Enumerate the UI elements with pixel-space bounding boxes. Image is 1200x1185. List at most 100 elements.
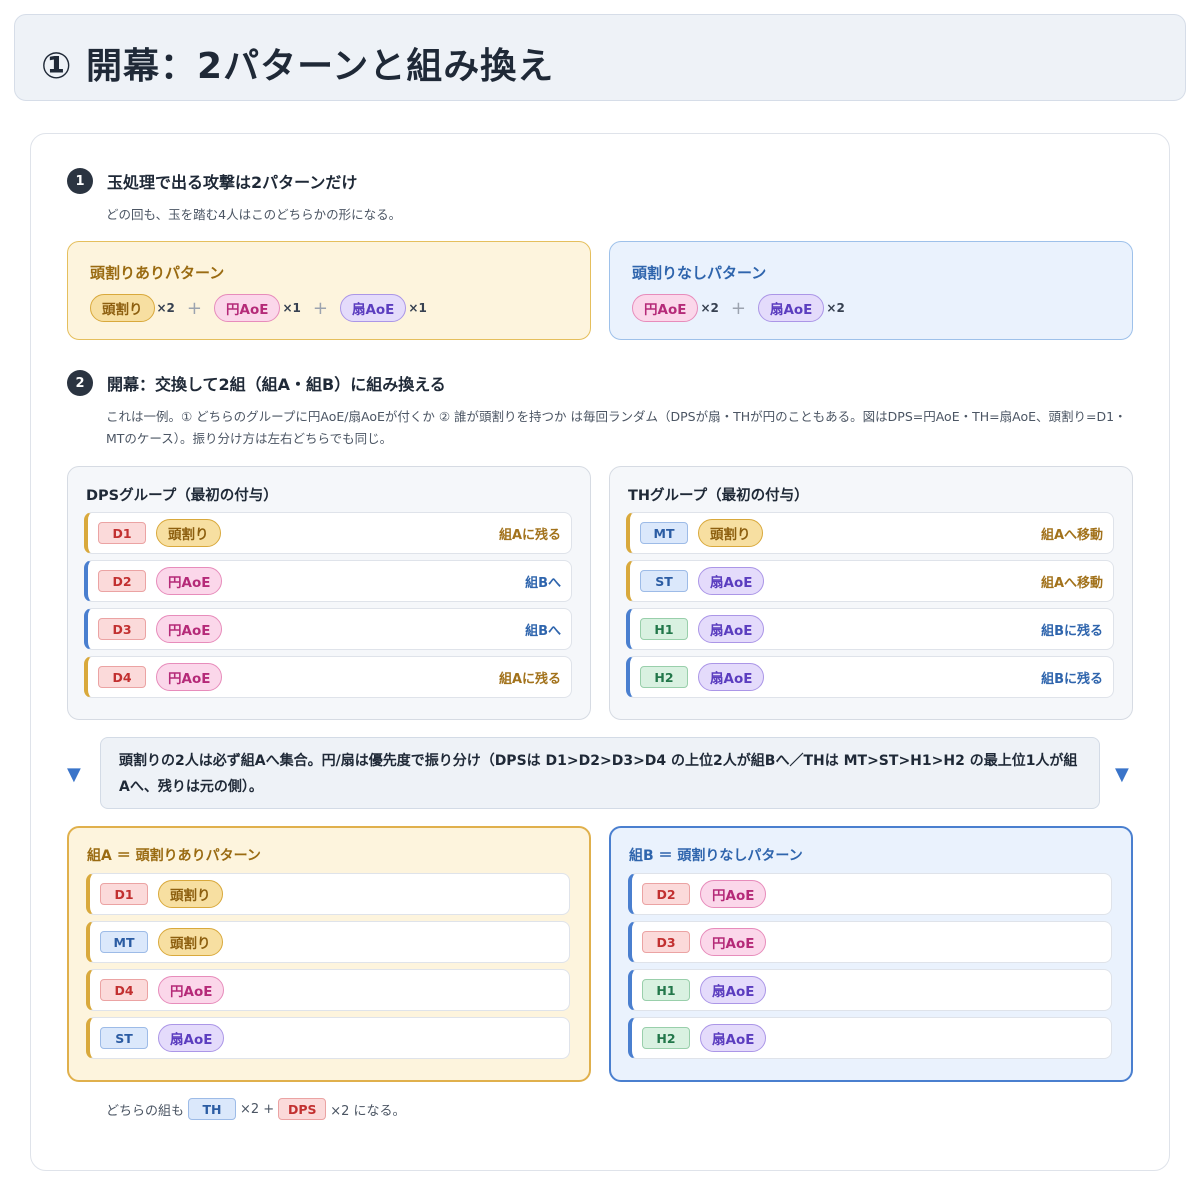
step-2-description: これは一例。① どちらのグループに円AoE/扇AoEが付くか ② 誰が頭割りを持… [106,406,1146,450]
pattern-head-title: 頭割りありパターン [90,264,225,282]
circle-aoe-pill: 円AoE [700,928,767,956]
down-arrow-icon: ▼ [1115,764,1129,785]
th-row-st: ST 扇AoE 組Aへ移動 [626,560,1114,602]
dps-row-d4: D4 円AoE 組Aに残る [84,656,572,698]
role-tag: H1 [642,979,690,1001]
circle-aoe-pill: 円AoE [156,663,223,691]
role-tag: D3 [642,931,690,953]
circle-mult: ×1 [282,301,301,315]
rule-callout: 頭割りの2人は必ず組Aへ集合。円/扇は優先度で振り分け（DPSは D1>D2>D… [100,737,1100,809]
fan-mult: ×2 [826,301,845,315]
team-a-row: D1 頭割り [86,873,570,915]
page-title: ① 開幕：2パターンと組み換え [41,46,555,87]
team-b-row: H1 扇AoE [628,969,1112,1011]
pattern-head-formula: 頭割り ×2 + 円AoE ×1 + 扇AoE ×1 [90,294,427,322]
circle-aoe-pill: 円AoE [158,976,225,1004]
head-mult: ×2 [156,301,175,315]
circle-aoe-pill: 円AoE [700,880,767,908]
team-b-title: 組B ＝ 頭割りなしパターン [629,848,803,864]
step-2-heading: 2 開幕：交換して2組（組A・組B）に組み換える [67,370,446,396]
th-group-title: THグループ（最初の付与） [628,488,809,504]
step-1-number: 1 [67,168,93,194]
footer-prefix: どちらの組も [106,1103,185,1119]
circle-mult: ×2 [700,301,719,315]
fan-aoe-pill: 扇AoE [158,1024,225,1052]
step-1-description: どの回も、玉を踏む4人はこのどちらかの形になる。 [106,207,402,222]
head-pill: 頭割り [90,294,155,322]
team-a-row: ST 扇AoE [86,1017,570,1059]
dps-group-title: DPSグループ（最初の付与） [86,488,278,504]
role-tag: D1 [100,883,148,905]
step-2-number: 2 [67,370,93,396]
role-tag: H2 [640,666,688,688]
team-a-row: D4 円AoE [86,969,570,1011]
role-tag: D4 [98,666,146,688]
circle-aoe-pill: 円AoE [632,294,699,322]
content-card: 1 玉処理で出る攻撃は2パターンだけ どの回も、玉を踏む4人はこのどちらかの形に… [30,133,1170,1171]
page-header: ① 開幕：2パターンと組み換え [14,14,1186,101]
role-tag: MT [100,931,148,953]
role-tag: H1 [640,618,688,640]
fan-aoe-pill: 扇AoE [700,1024,767,1052]
fan-aoe-pill: 扇AoE [339,294,407,322]
th-tag: TH [188,1098,237,1120]
fan-aoe-pill: 扇AoE [700,976,767,1004]
circle-aoe-pill: 円AoE [156,567,223,595]
role-tag: D2 [98,570,146,592]
team-a-panel: 組A ＝ 頭割りありパターン D1 頭割り MT 頭割り D4 円AoE ST … [67,826,591,1082]
role-tag: D1 [98,522,146,544]
move-note: 組Bへ [525,623,561,639]
role-tag: ST [100,1027,148,1049]
fan-aoe-pill: 扇AoE [698,663,765,691]
summary-footer: どちらの組も TH ×2 + DPS ×2 になる。 [106,1098,406,1120]
down-arrow-icon: ▼ [67,764,81,785]
team-b-panel: 組B ＝ 頭割りなしパターン D2 円AoE D3 円AoE H1 扇AoE H… [609,826,1133,1082]
step-2-desc-line-2: MTのケース）。振り分け方は左右どちらでも同じ。 [106,431,393,446]
plus-sign: + [312,297,328,319]
th-row-h1: H1 扇AoE 組Bに残る [626,608,1114,650]
step-2-title: 開幕：交換して2組（組A・組B）に組み換える [107,375,446,394]
pattern-head-box: 頭割りありパターン 頭割り ×2 + 円AoE ×1 + 扇AoE ×1 [67,241,591,340]
move-note: 組Bに残る [1041,671,1103,687]
move-note: 組Bに残る [1041,623,1103,639]
role-tag: H2 [642,1027,690,1049]
team-b-row: D2 円AoE [628,873,1112,915]
pattern-nohead-formula: 円AoE ×2 + 扇AoE ×2 [632,294,845,322]
move-note: 組Aに残る [498,527,561,543]
th-row-mt: MT 頭割り 組Aへ移動 [626,512,1114,554]
team-b-row: D3 円AoE [628,921,1112,963]
move-note: 組Aへ移動 [1040,575,1103,591]
role-tag: ST [640,570,688,592]
dps-tag: DPS [278,1098,327,1120]
head-pill: 頭割り [156,519,221,547]
plus-sign: + [730,297,746,319]
footer-suffix: ×2 になる。 [330,1103,406,1119]
pattern-nohead-box: 頭割りなしパターン 円AoE ×2 + 扇AoE ×2 [609,241,1133,340]
role-tag: MT [640,522,688,544]
circle-aoe-pill: 円AoE [214,294,281,322]
fan-aoe-pill: 扇AoE [698,615,765,643]
th-group-panel: THグループ（最初の付与） MT 頭割り 組Aへ移動 ST 扇AoE 組Aへ移動… [609,466,1133,720]
step-1-heading: 1 玉処理で出る攻撃は2パターンだけ [67,168,357,194]
role-tag: D4 [100,979,148,1001]
team-a-row: MT 頭割り [86,921,570,963]
role-tag: D3 [98,618,146,640]
plus-sign: + [186,297,202,319]
th-row-h2: H2 扇AoE 組Bに残る [626,656,1114,698]
step-2-desc-line-1: これは一例。① どちらのグループに円AoE/扇AoEが付くか ② 誰が頭割りを持… [106,409,1127,424]
pattern-nohead-title: 頭割りなしパターン [632,264,767,282]
team-a-title: 組A ＝ 頭割りありパターン [87,848,261,864]
team-b-row: H2 扇AoE [628,1017,1112,1059]
dps-row-d3: D3 円AoE 組Bへ [84,608,572,650]
move-note: 組Aへ移動 [1040,527,1103,543]
fan-mult: ×1 [408,301,427,315]
move-note: 組Bへ [525,575,561,591]
step-1-title: 玉処理で出る攻撃は2パターンだけ [107,173,358,192]
move-note: 組Aに残る [498,671,561,687]
fan-aoe-pill: 扇AoE [757,294,825,322]
head-pill: 頭割り [698,519,763,547]
role-tag: D2 [642,883,690,905]
footer-th-mult: ×2 + [240,1101,275,1117]
dps-group-panel: DPSグループ（最初の付与） D1 頭割り 組Aに残る D2 円AoE 組Bへ … [67,466,591,720]
head-pill: 頭割り [158,880,223,908]
